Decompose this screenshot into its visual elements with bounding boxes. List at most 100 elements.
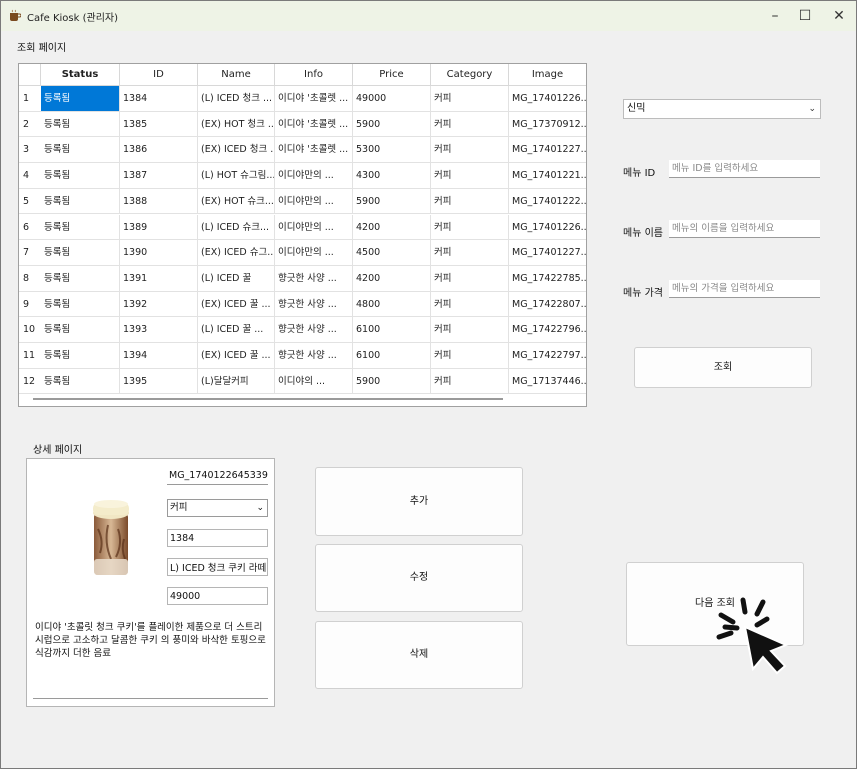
cell-category[interactable]: 커피 (431, 111, 509, 138)
detail-id-field[interactable] (167, 529, 268, 547)
category-filter-combo[interactable]: 신믹 ⌄ (623, 99, 821, 119)
cell-id[interactable]: 1388 (120, 188, 198, 215)
cell-price[interactable]: 5300 (353, 137, 431, 164)
cell-status[interactable]: 등록됨 (41, 163, 120, 189)
cell-info[interactable]: 향긋한 사양 ... (275, 317, 353, 343)
cell-image[interactable]: MG_17422796... (509, 317, 586, 343)
cell-name[interactable]: (EX) ICED 꿀 ... (198, 291, 275, 318)
menu-name-input[interactable] (669, 220, 820, 238)
cell-name[interactable]: (L) ICED 꿀 (198, 265, 275, 292)
cell-name[interactable]: (L) ICED 슈크... (198, 214, 275, 241)
cell-category[interactable]: 커피 (431, 317, 509, 343)
delete-button[interactable]: 삭제 (315, 621, 523, 689)
table-row[interactable]: 8 등록됨 1391 (L) ICED 꿀 향긋한 사양 ... 4200 커피 MG_174… (19, 265, 586, 292)
cell-category[interactable]: 커피 (431, 214, 509, 241)
cell-image[interactable]: MG_17370912... (509, 112, 586, 138)
detail-price-field[interactable] (167, 587, 268, 605)
cell-status[interactable]: 등록됨 (41, 317, 120, 343)
cell-price[interactable]: 5900 (353, 111, 431, 138)
cell-status[interactable]: 등록됨 (41, 111, 120, 138)
cell-price[interactable]: 4200 (353, 214, 431, 241)
detail-category-combo[interactable]: 커피 ⌄ (167, 499, 268, 517)
table-row[interactable]: 4 등록됨 1387 (L) HOT 슈그림... 이디야만의 ... 4300 커피 MG_… (19, 163, 586, 189)
cell-price[interactable]: 4500 (353, 240, 431, 266)
table-row[interactable]: 12 등록됨 1395 (L)달달커피 이디야의 ... 5900 커피 MG_1713744… (19, 368, 586, 395)
table-row[interactable]: 10 등록됨 1393 (L) ICED 꿀 ... 향긋한 사양 ... 6100 커피 M… (19, 317, 586, 343)
cell-name[interactable]: (L) ICED 청크 ... (198, 86, 275, 112)
cell-info[interactable]: 이디야 '초콜렛 ... (275, 111, 353, 138)
close-icon[interactable]: ✕ (819, 1, 857, 31)
image-file-field[interactable] (167, 467, 268, 485)
cell-image[interactable]: MG_17401226... (509, 215, 586, 241)
cell-name[interactable]: (EX) ICED 꿀 ... (198, 343, 275, 369)
cell-name[interactable]: (L) ICED 꿀 ... (198, 317, 275, 343)
column-header-name[interactable]: Name (198, 64, 275, 86)
cell-info[interactable]: 이디야의 ... (275, 368, 353, 395)
cell-status[interactable]: 등록됨 (41, 86, 120, 112)
column-header-status[interactable]: Status (41, 64, 120, 86)
cell-image[interactable]: MG_17401222... (509, 189, 586, 215)
cell-id[interactable]: 1389 (120, 214, 198, 241)
cell-status[interactable]: 등록됨 (41, 214, 120, 241)
detail-name-field[interactable] (167, 558, 268, 576)
cell-id[interactable]: 1393 (120, 317, 198, 343)
menu-price-input[interactable] (669, 280, 820, 298)
cell-image[interactable]: MG_17422807... (509, 292, 586, 318)
cell-name[interactable]: (EX) HOT 청크 ... (198, 111, 275, 138)
cell-image[interactable]: MG_17422797... (509, 343, 586, 369)
cell-category[interactable]: 커피 (431, 163, 509, 189)
column-header-id[interactable]: ID (120, 64, 198, 86)
column-header-price[interactable]: Price (353, 64, 431, 86)
table-row[interactable]: 9 등록됨 1392 (EX) ICED 꿀 ... 향긋한 사양 ... 4800 커피 M… (19, 291, 586, 318)
cell-price[interactable]: 6100 (353, 317, 431, 343)
cell-category[interactable]: 커피 (431, 240, 509, 266)
cell-price[interactable]: 49000 (353, 86, 431, 112)
cell-id[interactable]: 1394 (120, 343, 198, 369)
cell-category[interactable]: 커피 (431, 343, 509, 369)
cell-image[interactable]: MG_17401227... (509, 137, 586, 164)
cell-info[interactable]: 이디야 '초콜렛 ... (275, 86, 353, 112)
cell-category[interactable]: 커피 (431, 291, 509, 318)
cell-info[interactable]: 향긋한 사양 ... (275, 265, 353, 292)
cell-id[interactable]: 1387 (120, 163, 198, 189)
cell-info[interactable]: 향긋한 사양 ... (275, 291, 353, 318)
cell-price[interactable]: 5900 (353, 188, 431, 215)
table-row[interactable]: 2 등록됨 1385 (EX) HOT 청크 ... 이디야 '초콜렛 ... 5900 커… (19, 111, 586, 138)
cell-id[interactable]: 1390 (120, 240, 198, 266)
table-row[interactable]: 6 등록됨 1389 (L) ICED 슈크... 이디야만의 ... 4200 커피 MG_… (19, 214, 586, 241)
detail-description[interactable]: 이디야 '초콜릿 청크 쿠키'를 플레이한 제품으로 더 스트리 시럽으로 고소… (33, 619, 268, 699)
edit-button[interactable]: 수정 (315, 544, 523, 612)
cell-info[interactable]: 향긋한 사양 ... (275, 343, 353, 369)
cell-info[interactable]: 이디야만의 ... (275, 188, 353, 215)
horizontal-scrollbar[interactable] (33, 398, 503, 400)
cell-price[interactable]: 4800 (353, 291, 431, 318)
cell-info[interactable]: 이디야 '초콜렛 ... (275, 137, 353, 164)
cell-status[interactable]: 등록됨 (41, 343, 120, 369)
cell-category[interactable]: 커피 (431, 86, 509, 112)
column-header-category[interactable]: Category (431, 64, 509, 86)
cell-info[interactable]: 이디야만의 ... (275, 240, 353, 266)
add-button[interactable]: 추가 (315, 467, 523, 536)
cell-image[interactable]: MG_17422785... (509, 266, 586, 292)
column-header-image[interactable]: Image (509, 64, 586, 86)
cell-status[interactable]: 등록됨 (41, 137, 120, 164)
search-button[interactable]: 조회 (634, 347, 812, 388)
cell-image[interactable]: MG_17401221... (509, 163, 586, 189)
cell-status[interactable]: 등록됨 (41, 188, 120, 215)
cell-image[interactable]: MG_17137446... (509, 369, 586, 395)
cell-info[interactable]: 이디야만의 ... (275, 163, 353, 189)
cell-price[interactable]: 4200 (353, 265, 431, 292)
cell-name[interactable]: (EX) ICED 슈그... (198, 240, 275, 266)
table-row[interactable]: 5 등록됨 1388 (EX) HOT 슈크... 이디야만의 ... 5900 커피 MG_… (19, 188, 586, 215)
cell-id[interactable]: 1386 (120, 137, 198, 164)
cell-status[interactable]: 등록됨 (41, 240, 120, 266)
cell-name[interactable]: (EX) HOT 슈크... (198, 188, 275, 215)
cell-name[interactable]: (L) HOT 슈그림... (198, 163, 275, 189)
cell-id[interactable]: 1384 (120, 86, 198, 112)
cell-category[interactable]: 커피 (431, 368, 509, 395)
menu-data-grid[interactable]: Status ID Name Info Price Category Image… (18, 63, 587, 407)
cell-id[interactable]: 1385 (120, 111, 198, 138)
cell-name[interactable]: (L)달달커피 (198, 368, 275, 395)
cell-info[interactable]: 이디야만의 ... (275, 214, 353, 241)
cell-status[interactable]: 등록됨 (41, 265, 120, 292)
